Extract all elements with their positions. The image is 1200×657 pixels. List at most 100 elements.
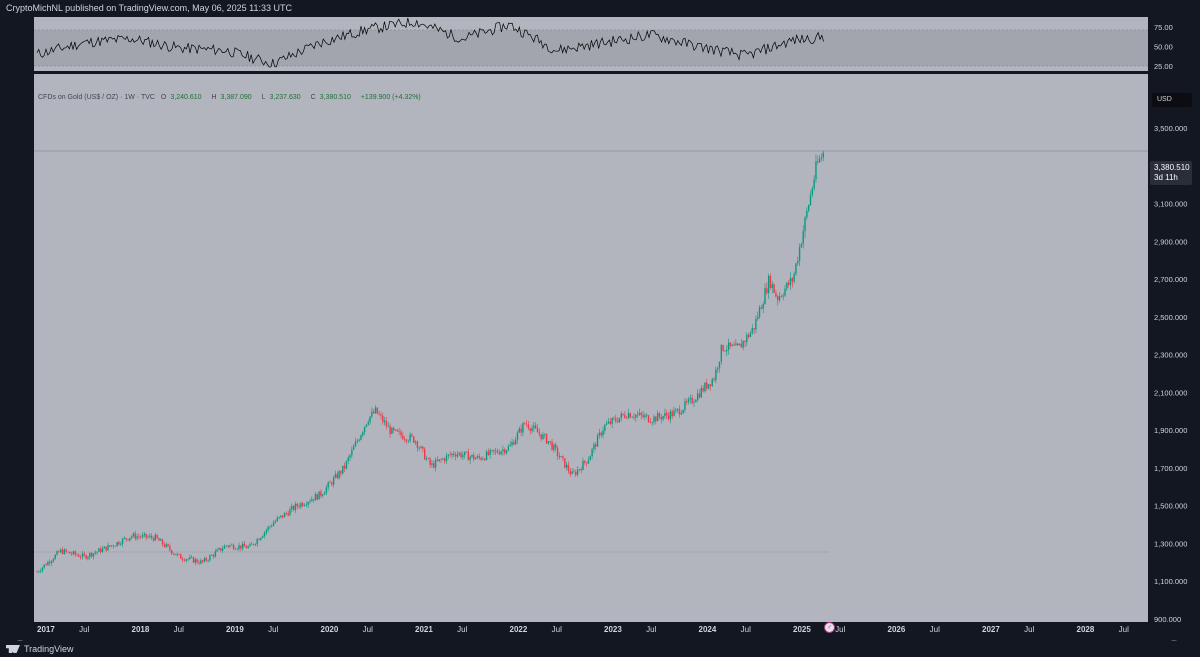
candle-body: [130, 536, 133, 538]
candle-body: [551, 441, 553, 450]
candle-body: [105, 546, 107, 551]
candle-body: [247, 546, 249, 549]
candle-body: [689, 397, 692, 400]
candle-body: [666, 412, 668, 416]
candle-body: [169, 546, 171, 551]
price-tick-label: 1,500.000: [1154, 502, 1187, 511]
candle-body: [584, 460, 586, 463]
candle-body: [460, 452, 462, 458]
candle-body: [260, 537, 262, 541]
candle-body: [742, 341, 744, 348]
candle-body: [85, 555, 87, 559]
rsi-tick-label: 75.00: [1154, 23, 1173, 32]
candle-body: [709, 384, 712, 386]
candle-body: [227, 545, 229, 547]
candle-body: [646, 415, 648, 416]
last-price-tag: 3,380.510 3d 11h: [1150, 161, 1192, 185]
candle-body: [336, 473, 338, 479]
price-tick-label: 1,700.000: [1154, 464, 1187, 473]
candle-body: [154, 534, 156, 541]
time-tick-label: 2024: [699, 625, 717, 634]
time-tick-label: Jul: [930, 625, 940, 634]
candle-body: [713, 379, 715, 381]
candle-body: [358, 439, 360, 441]
candle-body: [391, 427, 393, 434]
candle-body: [465, 451, 468, 453]
candle-body: [143, 533, 146, 535]
candle-body: [338, 471, 340, 479]
time-tick-label: Jul: [268, 625, 278, 634]
candle-body: [116, 542, 118, 546]
candle-body: [150, 535, 153, 538]
candle-body: [669, 411, 672, 420]
chart-frame[interactable]: 3,500.0003,300.0003,100.0002,900.0002,70…: [0, 16, 1200, 652]
candle-body: [755, 318, 757, 330]
candle-body: [644, 415, 646, 418]
candle-body: [549, 441, 551, 442]
candle-body: [318, 491, 320, 500]
candle-body: [502, 449, 504, 452]
candle-body: [236, 548, 238, 550]
candle-body: [731, 344, 733, 346]
candle-body: [356, 440, 359, 442]
candle-body: [438, 459, 440, 461]
candle-body: [178, 553, 180, 555]
candle-body: [480, 457, 482, 460]
candle-body: [800, 243, 803, 248]
candle-body: [121, 538, 124, 545]
candle-body: [92, 553, 95, 557]
candle-body: [729, 342, 732, 346]
candle-body: [52, 559, 55, 562]
candle-body: [411, 434, 413, 437]
candle-body: [129, 537, 131, 541]
candle-body: [616, 421, 619, 423]
candle-body: [50, 561, 53, 564]
candle-body: [314, 494, 317, 501]
candle-body: [687, 399, 690, 403]
rsi-ticks-group: 75.00 50.00 25.00: [1154, 23, 1173, 71]
time-tick-label: 2028: [1077, 625, 1095, 634]
candle-body: [660, 417, 662, 420]
candle-body: [487, 451, 490, 455]
currency-badge[interactable]: USD: [1152, 93, 1192, 107]
candle-body: [185, 559, 187, 561]
candle-body: [696, 393, 699, 401]
candle-body: [473, 454, 475, 460]
event-marker-icon[interactable]: ♂: [824, 622, 835, 633]
candle-body: [604, 424, 606, 431]
candle-body: [642, 415, 644, 418]
candle-body: [180, 554, 182, 559]
candle-body: [387, 426, 389, 427]
price-tick-label: 900.000: [1154, 615, 1181, 624]
candle-body: [676, 408, 679, 410]
candle-body: [398, 431, 400, 432]
time-tick-label: Jul: [79, 625, 89, 634]
candle-body: [511, 442, 513, 445]
candle-body: [536, 428, 539, 433]
chart-canvas[interactable]: 3,500.0003,300.0003,100.0002,900.0002,70…: [0, 16, 1200, 641]
candle-body: [369, 416, 371, 423]
candle-body: [797, 260, 799, 264]
candle-body: [70, 553, 73, 555]
candle-body: [671, 411, 673, 417]
candle-body: [434, 459, 437, 468]
candle-body: [807, 205, 810, 211]
candle-body: [791, 278, 793, 282]
candle-body: [747, 334, 750, 337]
candle-body: [223, 545, 226, 549]
candle-body: [203, 558, 206, 562]
candle-body: [595, 444, 597, 447]
candle-body: [467, 451, 470, 461]
candle-body: [591, 449, 593, 457]
candle-body: [296, 503, 298, 507]
candle-body: [449, 454, 451, 456]
tradingview-logo[interactable]: TradingView: [6, 641, 74, 657]
candle-body: [607, 421, 610, 424]
candle-body: [716, 368, 719, 370]
candle-body: [633, 417, 635, 418]
time-tick-label: 2019: [226, 625, 244, 634]
candle-body: [371, 411, 373, 417]
candle-body: [798, 247, 801, 261]
candle-body: [453, 453, 455, 455]
candle-body: [218, 548, 220, 550]
